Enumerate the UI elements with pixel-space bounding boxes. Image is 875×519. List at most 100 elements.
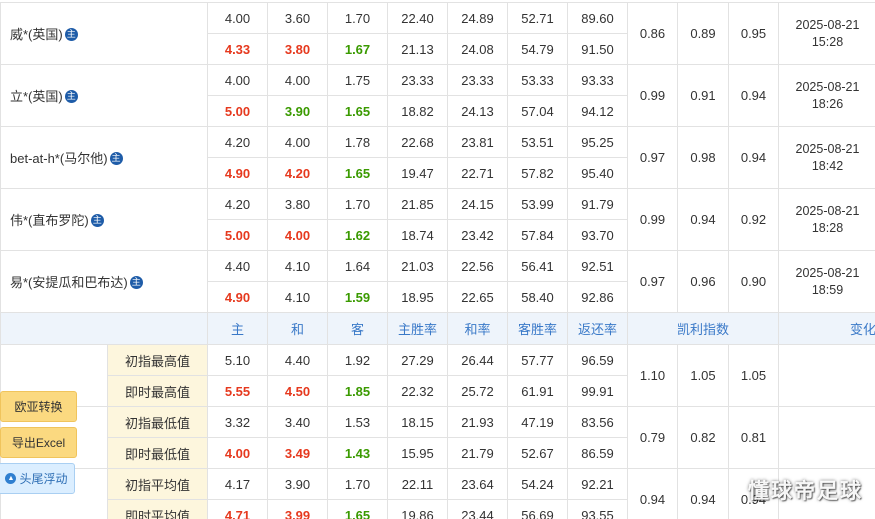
kelly-cell: 0.96 bbox=[677, 250, 729, 313]
stats-init-cell: 3.90 bbox=[267, 468, 328, 500]
stats-init-label: 初指最低值 bbox=[107, 406, 208, 438]
live-odds-cell: 5.00 bbox=[207, 95, 268, 127]
update-date: 2025-08-21 bbox=[795, 17, 860, 32]
column-header-row: 主 和 客 主胜率 和率 客胜率 返还率 凯利指数 变化 bbox=[0, 312, 875, 345]
update-time-cell: 2025-08-21 18:26 bbox=[778, 64, 875, 127]
stats-live-cell: 4.00 bbox=[207, 437, 268, 469]
init-odds-cell: 24.15 bbox=[447, 188, 508, 220]
live-odds-cell: 92.86 bbox=[567, 281, 628, 313]
init-odds-cell: 53.33 bbox=[507, 64, 568, 96]
stats-live-cell: 1.85 bbox=[327, 375, 388, 407]
live-odds-cell: 93.70 bbox=[567, 219, 628, 251]
live-odds-cell: 4.90 bbox=[207, 157, 268, 189]
stats-init-cell: 26.44 bbox=[447, 344, 508, 376]
stats-init-cell: 22.11 bbox=[387, 468, 448, 500]
live-odds-cell: 4.00 bbox=[267, 219, 328, 251]
float-button-label: 头尾浮动 bbox=[19, 472, 68, 486]
company-name-cell[interactable]: bet-at-h*(马尔他) 主 bbox=[0, 126, 208, 189]
live-odds-cell: 5.00 bbox=[207, 219, 268, 251]
header-draw: 和 bbox=[267, 312, 328, 345]
watermark: 懂球帝足球 bbox=[748, 480, 863, 503]
init-odds-cell: 1.75 bbox=[327, 64, 388, 96]
live-odds-cell: 4.20 bbox=[267, 157, 328, 189]
stats-kelly-cell: 0.82 bbox=[677, 406, 729, 469]
company-name-cell[interactable]: 易*(安提瓜和巴布达) 主 bbox=[0, 250, 208, 313]
update-time: 18:42 bbox=[811, 158, 844, 173]
company-name[interactable]: 立*(英国) bbox=[10, 89, 63, 104]
stats-live-cell: 56.69 bbox=[507, 499, 568, 519]
live-odds-cell: 1.65 bbox=[327, 157, 388, 189]
init-odds-cell: 52.71 bbox=[507, 2, 568, 34]
stats-live-cell: 21.79 bbox=[447, 437, 508, 469]
kelly-cell: 0.86 bbox=[627, 2, 678, 65]
stats-init-cell: 3.32 bbox=[207, 406, 268, 438]
stats-init-cell: 54.24 bbox=[507, 468, 568, 500]
init-odds-cell: 91.79 bbox=[567, 188, 628, 220]
update-time: 15:28 bbox=[811, 34, 844, 49]
init-odds-cell: 22.68 bbox=[387, 126, 448, 158]
stats-init-cell: 1.92 bbox=[327, 344, 388, 376]
live-odds-cell: 1.67 bbox=[327, 33, 388, 65]
init-odds-cell: 53.51 bbox=[507, 126, 568, 158]
kelly-cell: 0.95 bbox=[728, 2, 779, 65]
header-home-rate: 主胜率 bbox=[387, 312, 448, 345]
init-odds-cell: 4.00 bbox=[207, 64, 268, 96]
init-odds-cell: 1.70 bbox=[327, 188, 388, 220]
company-name[interactable]: 威*(英国) bbox=[10, 27, 63, 42]
company-name[interactable]: 易*(安提瓜和巴布达) bbox=[10, 275, 128, 290]
stats-init-cell: 1.70 bbox=[327, 468, 388, 500]
init-odds-cell: 4.40 bbox=[207, 250, 268, 282]
init-odds-cell: 4.00 bbox=[267, 64, 328, 96]
company-row-init: 伟*(直布罗陀) 主 4.20 3.80 1.70 21.85 24.15 53.99 91.7… bbox=[0, 188, 875, 251]
float-button[interactable]: ▲ 头尾浮动 bbox=[0, 463, 75, 494]
stats-init-cell: 4.17 bbox=[207, 468, 268, 500]
stats-init-cell: 18.15 bbox=[387, 406, 448, 438]
live-odds-cell: 94.12 bbox=[567, 95, 628, 127]
stats-init-cell: 96.59 bbox=[567, 344, 628, 376]
init-odds-cell: 56.41 bbox=[507, 250, 568, 282]
init-odds-cell: 21.85 bbox=[387, 188, 448, 220]
update-date: 2025-08-21 bbox=[795, 79, 860, 94]
stats-change-cell bbox=[778, 406, 875, 469]
company-row-init: bet-at-h*(马尔他) 主 4.20 4.00 1.78 22.68 23.81 53.… bbox=[0, 126, 875, 189]
update-time-cell: 2025-08-21 15:28 bbox=[778, 2, 875, 65]
live-odds-cell: 23.42 bbox=[447, 219, 508, 251]
live-odds-cell: 18.74 bbox=[387, 219, 448, 251]
stats-init-cell: 83.56 bbox=[567, 406, 628, 438]
stats-live-label: 即时平均值 bbox=[107, 499, 208, 519]
company-name-cell[interactable]: 立*(英国) 主 bbox=[0, 64, 208, 127]
init-odds-cell: 53.99 bbox=[507, 188, 568, 220]
live-odds-cell: 4.10 bbox=[267, 281, 328, 313]
kelly-cell: 0.97 bbox=[627, 250, 678, 313]
stats-init-label: 初指平均值 bbox=[107, 468, 208, 500]
company-name[interactable]: 伟*(直布罗陀) bbox=[10, 213, 89, 228]
euro-asia-button[interactable]: 欧亚转换 bbox=[0, 391, 77, 422]
stats-live-cell: 19.86 bbox=[387, 499, 448, 519]
stats-row-init: 初指平均值 4.17 3.90 1.70 22.11 23.64 54.24 92.21 0.9… bbox=[0, 468, 875, 519]
init-odds-cell: 4.20 bbox=[207, 126, 268, 158]
home-flag-icon: 主 bbox=[64, 28, 78, 42]
stats-init-label: 初指最高值 bbox=[107, 344, 208, 376]
stats-init-cell: 21.93 bbox=[447, 406, 508, 438]
live-odds-cell: 91.50 bbox=[567, 33, 628, 65]
odds-table: 威*(英国) 主 4.00 3.60 1.70 22.40 24.89 52.71 89.60 0… bbox=[0, 2, 875, 519]
company-name-cell[interactable]: 伟*(直布罗陀) 主 bbox=[0, 188, 208, 251]
live-odds-cell: 4.90 bbox=[207, 281, 268, 313]
export-excel-button[interactable]: 导出Excel bbox=[0, 427, 77, 458]
init-odds-cell: 92.51 bbox=[567, 250, 628, 282]
update-time: 18:59 bbox=[811, 282, 844, 297]
stats-row-init: 初指最低值 3.32 3.40 1.53 18.15 21.93 47.19 83.56 0.7… bbox=[0, 406, 875, 469]
init-odds-cell: 23.33 bbox=[447, 64, 508, 96]
kelly-cell: 0.89 bbox=[677, 2, 729, 65]
stats-init-cell: 23.64 bbox=[447, 468, 508, 500]
kelly-cell: 0.99 bbox=[627, 188, 678, 251]
float-icon: ▲ bbox=[5, 473, 17, 485]
kelly-cell: 0.94 bbox=[728, 126, 779, 189]
stats-live-cell: 4.50 bbox=[267, 375, 328, 407]
stats-kelly-cell: 0.94 bbox=[627, 468, 678, 519]
company-name-cell[interactable]: 威*(英国) 主 bbox=[0, 2, 208, 65]
init-odds-cell: 3.80 bbox=[267, 188, 328, 220]
update-time: 18:28 bbox=[811, 220, 844, 235]
stats-live-cell: 3.49 bbox=[267, 437, 328, 469]
company-name[interactable]: bet-at-h*(马尔他) bbox=[10, 151, 108, 166]
